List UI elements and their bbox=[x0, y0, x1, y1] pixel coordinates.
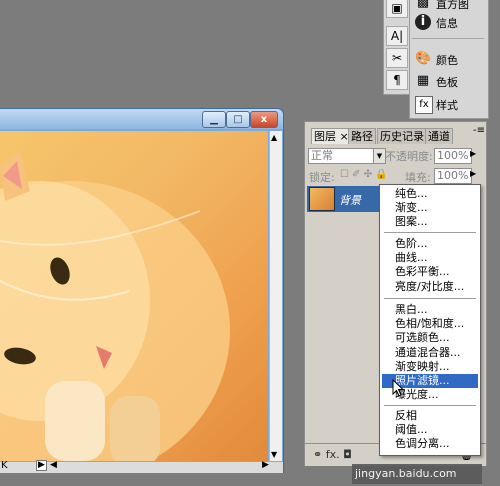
menu-item-brightness-contrast[interactable]: 亮度/对比度... bbox=[382, 280, 478, 294]
opacity-field[interactable]: 100% bbox=[434, 148, 472, 164]
mouse-cursor-icon bbox=[392, 379, 405, 397]
adjustment-layer-menu: 纯色... 渐变... 图案... 色阶... 曲线... 色彩平衡... 亮度… bbox=[379, 184, 481, 456]
cat-photo bbox=[0, 151, 230, 461]
menu-item-curves[interactable]: 曲线... bbox=[382, 251, 478, 265]
opacity-value: 100% bbox=[437, 149, 469, 162]
menu-item-selective-color[interactable]: 可选颜色... bbox=[382, 331, 478, 345]
dock-item-label: 样式 bbox=[436, 99, 458, 112]
menu-item-gradient-map[interactable]: 渐变映射... bbox=[382, 360, 478, 374]
scroll-up-icon[interactable]: ▲ bbox=[271, 133, 277, 142]
blend-mode-select[interactable]: 正常 ▼ bbox=[308, 148, 386, 164]
fill-label: 填充: bbox=[405, 171, 431, 184]
close-button[interactable]: x bbox=[250, 111, 278, 128]
scroll-right-icon[interactable]: ▶ bbox=[262, 460, 269, 470]
panel-menu-icon[interactable]: -≡ bbox=[473, 125, 485, 136]
dock-tool-top-icon[interactable]: ▣ bbox=[386, 0, 408, 18]
lock-label: 锁定: bbox=[309, 171, 335, 184]
dock-tool-strip: ▣ A| ✂ ¶ bbox=[383, 0, 411, 95]
tab-paths[interactable]: 路径 bbox=[348, 128, 376, 144]
layer-actions-icon[interactable]: ⚭ fx. ◘ bbox=[313, 448, 352, 461]
dock-item-styles[interactable]: fx 样式 bbox=[412, 93, 484, 115]
dock-item-label: 色板 bbox=[436, 76, 458, 89]
dock-item-label: 颜色 bbox=[436, 54, 458, 67]
lock-options-icon[interactable]: ☐ ✐ ✣ 🔒 bbox=[340, 169, 388, 180]
character-icon[interactable]: A| bbox=[386, 26, 408, 46]
info-icon: i bbox=[415, 14, 431, 30]
tool-presets-icon[interactable]: ✂ bbox=[386, 48, 408, 68]
dock-divider bbox=[412, 38, 484, 39]
menu-item-channel-mixer[interactable]: 通道混合器... bbox=[382, 346, 478, 360]
tab-channels[interactable]: 通道 bbox=[425, 128, 453, 144]
zoom-readout: K bbox=[1, 460, 8, 471]
watermark-text: jingyan.baidu.com bbox=[355, 467, 457, 480]
status-menu-arrow-icon[interactable]: ▶ bbox=[36, 460, 47, 471]
menu-item-pattern[interactable]: 图案... bbox=[382, 215, 478, 229]
color-icon: 🎨 bbox=[415, 51, 432, 66]
dock-panel-list: ▩ 直方图 i 信息 🎨 颜色 ▦ 色板 fx 样式 bbox=[409, 0, 489, 119]
maximize-button[interactable]: □ bbox=[226, 111, 250, 128]
menu-item-posterize[interactable]: 色调分离... bbox=[382, 437, 478, 451]
document-title-bar[interactable]: ▁ □ x bbox=[0, 109, 283, 129]
scroll-down-icon[interactable]: ▼ bbox=[271, 450, 277, 459]
layer-thumbnail bbox=[309, 187, 335, 211]
dock-item-color[interactable]: 🎨 颜色 bbox=[412, 48, 484, 70]
styles-icon: fx bbox=[415, 96, 433, 114]
fill-field[interactable]: 100% bbox=[434, 168, 472, 184]
dock-item-info[interactable]: i 信息 bbox=[412, 11, 484, 33]
menu-divider bbox=[384, 405, 476, 406]
fill-stepper-icon[interactable]: ▶ bbox=[470, 169, 476, 178]
layer-row-background[interactable]: 背景 bbox=[307, 186, 382, 212]
histogram-icon: ▩ bbox=[416, 0, 430, 10]
fill-value: 100% bbox=[437, 169, 469, 182]
status-bar: K ▶ ◀ ▶ bbox=[0, 460, 283, 473]
radiator-shape bbox=[45, 381, 105, 461]
swatches-icon: ▦ bbox=[416, 73, 430, 88]
menu-item-black-white[interactable]: 黑白... bbox=[382, 303, 478, 317]
scroll-left-icon[interactable]: ◀ bbox=[50, 460, 57, 470]
menu-divider bbox=[384, 232, 476, 233]
menu-item-gradient[interactable]: 渐变... bbox=[382, 201, 478, 215]
opacity-label: 不透明度: bbox=[385, 150, 433, 163]
radiator-shape bbox=[110, 396, 160, 461]
menu-item-invert[interactable]: 反相 bbox=[382, 409, 478, 423]
watermark: jingyan.baidu.com bbox=[352, 464, 482, 484]
dock-item-label: 信息 bbox=[436, 17, 458, 30]
menu-item-color-balance[interactable]: 色彩平衡... bbox=[382, 265, 478, 279]
dock-item-swatches[interactable]: ▦ 色板 bbox=[412, 70, 484, 92]
vertical-scrollbar[interactable]: ▲ ▼ bbox=[269, 131, 282, 461]
blend-mode-value: 正常 bbox=[311, 149, 333, 162]
menu-item-levels[interactable]: 色阶... bbox=[382, 237, 478, 251]
menu-divider bbox=[384, 298, 476, 299]
menu-item-solid-color[interactable]: 纯色... bbox=[382, 187, 478, 201]
paragraph-icon[interactable]: ¶ bbox=[386, 70, 408, 90]
document-window: ▁ □ x ▲ ▼ K ▶ ◀ ▶ bbox=[0, 108, 284, 473]
image-canvas[interactable] bbox=[0, 131, 268, 461]
opacity-stepper-icon[interactable]: ▶ bbox=[470, 149, 476, 158]
tab-layers[interactable]: 图层 × bbox=[311, 128, 352, 144]
layer-name: 背景 bbox=[339, 194, 361, 207]
menu-item-threshold[interactable]: 阈值... bbox=[382, 423, 478, 437]
menu-item-hue-saturation[interactable]: 色相/饱和度... bbox=[382, 317, 478, 331]
minimize-button[interactable]: ▁ bbox=[202, 111, 226, 128]
tab-history[interactable]: 历史记录 bbox=[377, 128, 427, 144]
chevron-down-icon: ▼ bbox=[373, 149, 385, 163]
